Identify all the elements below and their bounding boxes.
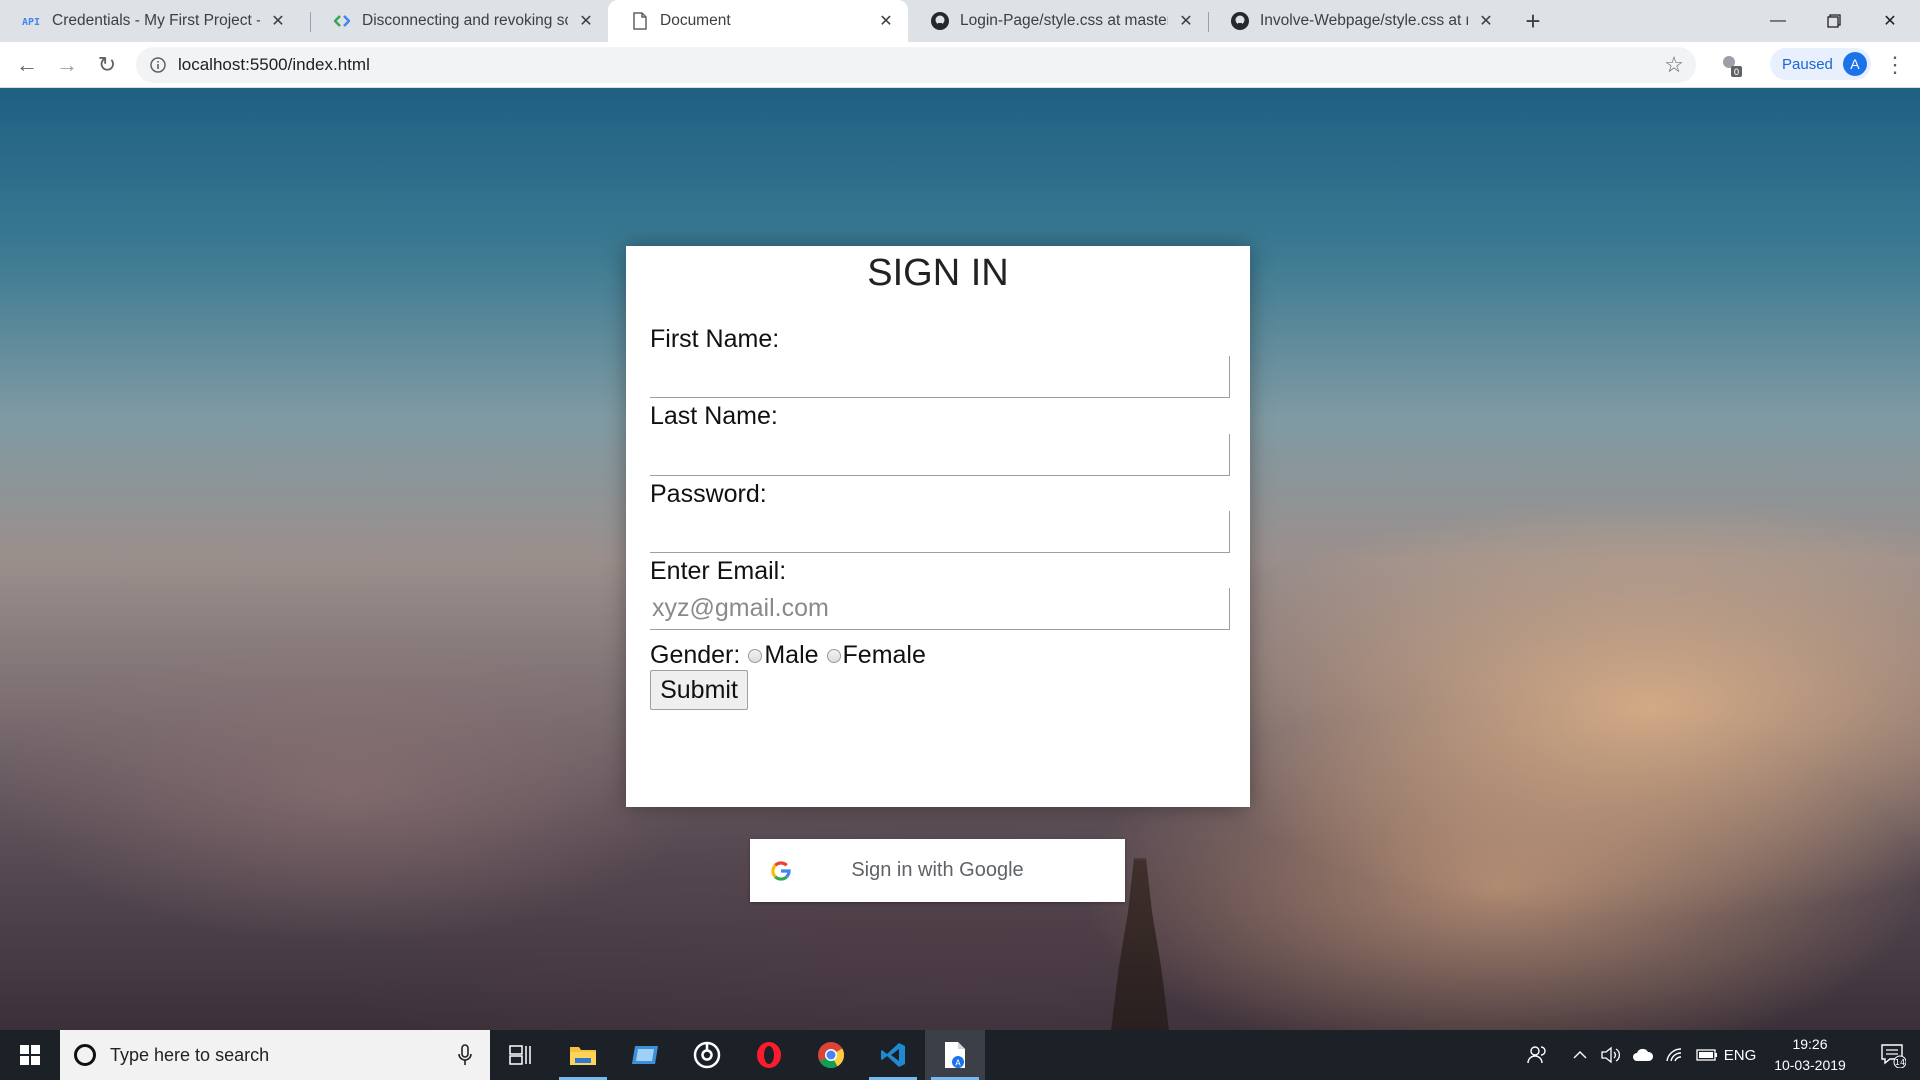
media-player-icon[interactable] — [677, 1030, 737, 1080]
browser-tab-strip: API Credentials - My First Project - G ✕… — [0, 0, 1920, 42]
chevron-up-icon[interactable] — [1568, 1030, 1592, 1080]
tab-title: Involve-Webpage/style.css at ma — [1260, 12, 1468, 29]
new-tab-plus-icon[interactable]: + — [1520, 6, 1546, 36]
clock-date: 10-03-2019 — [1774, 1057, 1846, 1073]
google-sign-in-label: Sign in with Google — [851, 859, 1024, 881]
onedrive-cloud-icon[interactable] — [1628, 1030, 1658, 1080]
volume-icon[interactable] — [1596, 1030, 1626, 1080]
google-sign-in-button[interactable]: Sign in with Google — [750, 839, 1125, 902]
notification-center-icon[interactable]: 14 — [1866, 1030, 1920, 1080]
info-icon[interactable] — [148, 55, 168, 75]
windows-taskbar: Type here to search A ENG 19:26 10-03-20… — [0, 1030, 1920, 1080]
file-explorer-icon[interactable] — [553, 1030, 613, 1080]
gender-group: Gender: Male Female — [650, 641, 926, 670]
tab-disconnecting[interactable]: Disconnecting and revoking scop ✕ — [310, 0, 608, 42]
taskbar-search-placeholder: Type here to search — [110, 1044, 270, 1065]
remote-desktop-icon[interactable] — [615, 1030, 675, 1080]
email-label: Enter Email: — [650, 557, 787, 585]
battery-icon[interactable] — [1692, 1030, 1722, 1080]
forward-arrow-icon[interactable]: → — [52, 50, 82, 80]
gender-male-label[interactable]: Male — [764, 641, 818, 670]
github-icon — [930, 11, 950, 31]
tab-title: Disconnecting and revoking scop — [362, 12, 568, 29]
sign-in-form: SIGN IN First Name: Last Name: Password:… — [626, 246, 1250, 807]
tab-involve-webpage[interactable]: Involve-Webpage/style.css at ma ✕ — [1208, 0, 1508, 42]
tab-login-page[interactable]: Login-Page/style.css at master · g ✕ — [908, 0, 1208, 42]
document-app-icon[interactable]: A — [925, 1030, 985, 1080]
close-icon[interactable]: ✕ — [876, 11, 896, 31]
cortana-icon — [74, 1044, 96, 1066]
chrome-icon[interactable] — [801, 1030, 861, 1080]
task-view-icon[interactable] — [490, 1030, 550, 1080]
document-icon — [630, 11, 650, 31]
profile-button[interactable]: Paused A — [1770, 48, 1871, 80]
microphone-icon[interactable] — [450, 1040, 480, 1070]
page-background: SIGN IN First Name: Last Name: Password:… — [0, 88, 1920, 1030]
system-clock[interactable]: 19:26 10-03-2019 — [1760, 1034, 1860, 1076]
google-dev-icon — [332, 11, 352, 31]
url-text: localhost:5500/index.html — [178, 55, 370, 74]
first-name-field[interactable] — [650, 356, 1230, 398]
close-icon[interactable]: ✕ — [268, 11, 288, 31]
vscode-icon[interactable] — [863, 1030, 923, 1080]
notification-count: 14 — [1895, 1058, 1905, 1067]
profile-status: Paused — [1782, 55, 1833, 73]
close-icon[interactable]: ✕ — [1176, 11, 1196, 31]
email-field[interactable] — [650, 588, 1230, 630]
tab-document[interactable]: Document ✕ — [608, 0, 908, 42]
tab-title: Credentials - My First Project - G — [52, 12, 260, 29]
opera-icon[interactable] — [739, 1030, 799, 1080]
tab-credentials[interactable]: API Credentials - My First Project - G ✕ — [0, 0, 300, 42]
google-logo-icon — [771, 860, 791, 881]
password-field[interactable] — [650, 511, 1230, 553]
last-name-field[interactable] — [650, 434, 1230, 476]
gender-male-radio[interactable] — [748, 648, 763, 663]
password-label: Password: — [650, 480, 767, 508]
svg-text:API: API — [22, 17, 40, 27]
people-icon[interactable] — [1520, 1030, 1554, 1080]
wifi-icon[interactable] — [1660, 1030, 1690, 1080]
submit-button[interactable]: Submit — [650, 670, 748, 710]
last-name-label: Last Name: — [650, 402, 778, 430]
tab-title: Login-Page/style.css at master · g — [960, 12, 1168, 29]
taskbar-search-box[interactable]: Type here to search — [60, 1030, 490, 1080]
minimize-icon[interactable]: — — [1750, 0, 1806, 42]
svg-text:A: A — [955, 1059, 961, 1068]
restore-icon[interactable] — [1806, 0, 1862, 42]
clock-time: 19:26 — [1792, 1036, 1828, 1052]
bookmark-star-icon[interactable]: ☆ — [1662, 52, 1686, 77]
tab-title: Document — [660, 12, 731, 29]
gender-female-label[interactable]: Female — [843, 641, 926, 670]
browser-toolbar: ← → ↻ localhost:5500/index.html ☆ 0 Paus… — [0, 42, 1920, 88]
close-icon[interactable]: ✕ — [576, 11, 596, 31]
extension-icon[interactable]: 0 — [1716, 50, 1746, 80]
github-icon — [1230, 11, 1250, 31]
reload-icon[interactable]: ↻ — [92, 50, 122, 80]
api-icon: API — [22, 11, 42, 31]
extension-badge: 0 — [1734, 68, 1740, 78]
back-arrow-icon[interactable]: ← — [12, 50, 42, 80]
gender-female-radio[interactable] — [826, 648, 841, 663]
first-name-label: First Name: — [650, 325, 780, 353]
window-close-icon[interactable]: ✕ — [1862, 0, 1918, 42]
page-title: SIGN IN — [867, 252, 1009, 294]
language-indicator[interactable]: ENG — [1722, 1030, 1758, 1080]
more-menu-icon[interactable]: ⋮ — [1880, 50, 1910, 80]
close-icon[interactable]: ✕ — [1476, 11, 1496, 31]
avatar: A — [1842, 52, 1867, 76]
address-bar[interactable]: localhost:5500/index.html ☆ — [136, 47, 1696, 83]
windows-start-icon[interactable] — [0, 1030, 60, 1080]
gender-label: Gender: — [650, 641, 741, 669]
